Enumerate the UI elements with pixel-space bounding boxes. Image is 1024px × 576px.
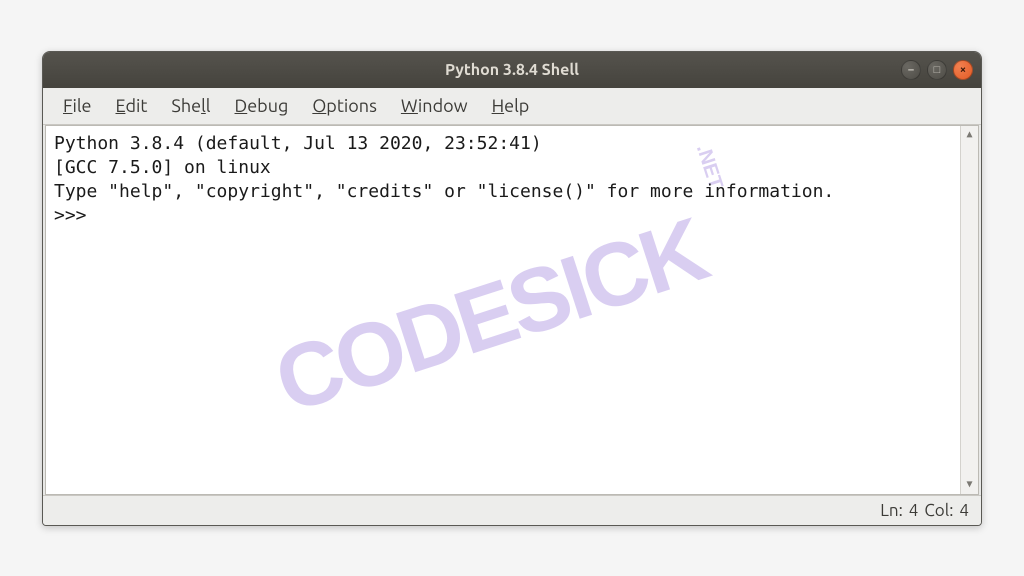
- compiler-line: [GCC 7.5.0] on linux: [54, 157, 271, 178]
- shell-output[interactable]: Python 3.8.4 (default, Jul 13 2020, 23:5…: [46, 126, 960, 494]
- menu-file[interactable]: File: [51, 92, 104, 120]
- window-controls: – □ ×: [901, 60, 973, 80]
- vertical-scrollbar[interactable]: ▲ ▼: [960, 126, 978, 494]
- line-label: Ln:: [880, 501, 903, 520]
- scrollbar-track[interactable]: [961, 144, 978, 476]
- scroll-up-icon[interactable]: ▲: [961, 126, 978, 144]
- editor-area[interactable]: Python 3.8.4 (default, Jul 13 2020, 23:5…: [45, 125, 979, 495]
- menu-options[interactable]: Options: [300, 92, 389, 120]
- window-title: Python 3.8.4 Shell: [445, 61, 579, 79]
- scroll-down-icon[interactable]: ▼: [961, 476, 978, 494]
- shell-prompt: >>>: [54, 205, 97, 226]
- close-button[interactable]: ×: [953, 60, 973, 80]
- menu-help[interactable]: Help: [480, 92, 542, 120]
- menu-edit[interactable]: Edit: [104, 92, 160, 120]
- version-line: Python 3.8.4 (default, Jul 13 2020, 23:5…: [54, 133, 542, 154]
- idle-window: Python 3.8.4 Shell – □ × File Edit Shell…: [42, 51, 982, 526]
- menu-shell[interactable]: Shell: [159, 92, 222, 120]
- menubar: File Edit Shell Debug Options Window Hel…: [43, 88, 981, 125]
- menu-debug[interactable]: Debug: [223, 92, 301, 120]
- line-value: 4: [909, 501, 919, 520]
- col-value: 4: [959, 501, 969, 520]
- maximize-button[interactable]: □: [927, 60, 947, 80]
- menu-window[interactable]: Window: [389, 92, 480, 120]
- help-line: Type "help", "copyright", "credits" or "…: [54, 181, 834, 202]
- status-bar: Ln: 4 Col: 4: [43, 495, 981, 525]
- titlebar[interactable]: Python 3.8.4 Shell – □ ×: [43, 52, 981, 88]
- col-label: Col:: [924, 501, 953, 520]
- minimize-button[interactable]: –: [901, 60, 921, 80]
